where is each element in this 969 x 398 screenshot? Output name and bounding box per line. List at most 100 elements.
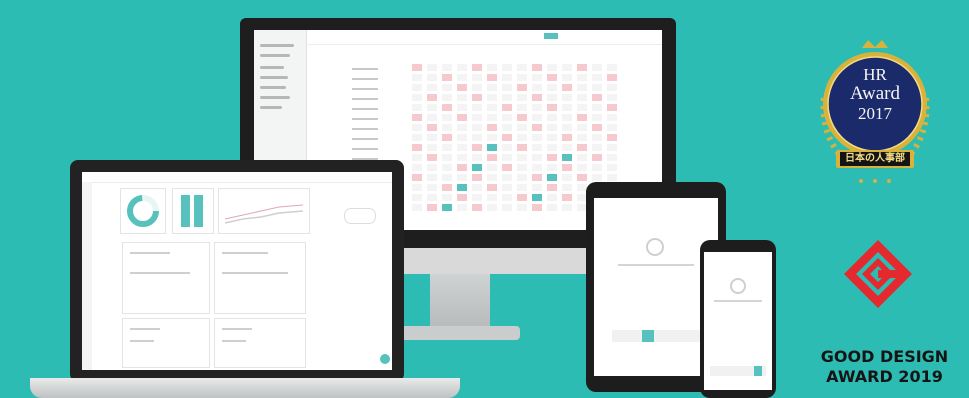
shift-cell[interactable] [427,64,437,71]
shift-cell[interactable] [547,144,557,151]
shift-cell[interactable] [607,124,617,131]
shift-cell[interactable] [457,144,467,151]
shift-cell[interactable] [517,174,527,181]
shift-cell[interactable] [547,134,557,141]
shift-cell[interactable] [442,194,452,201]
shift-cell[interactable] [607,104,617,111]
shift-cell[interactable] [577,94,587,101]
shift-cell[interactable] [577,84,587,91]
shift-cell[interactable] [427,84,437,91]
shift-cell[interactable] [577,74,587,81]
shift-cell[interactable] [412,164,422,171]
shift-cell[interactable] [547,194,557,201]
shift-cell[interactable] [472,134,482,141]
shift-cell[interactable] [562,134,572,141]
shift-cell[interactable] [532,104,542,111]
shift-cell[interactable] [457,114,467,121]
shift-cell[interactable] [442,64,452,71]
shift-cell[interactable] [547,174,557,181]
shift-cell[interactable] [502,164,512,171]
shift-cell[interactable] [562,184,572,191]
shift-cell[interactable] [487,114,497,121]
shift-cell[interactable] [547,94,557,101]
shift-cell[interactable] [592,174,602,181]
shift-cell[interactable] [502,124,512,131]
shift-cell[interactable] [607,114,617,121]
shift-cell[interactable] [562,84,572,91]
shift-cell[interactable] [412,104,422,111]
shift-cell[interactable] [412,124,422,131]
shift-cell[interactable] [517,194,527,201]
shift-cell[interactable] [457,194,467,201]
shift-cell[interactable] [457,154,467,161]
shift-cell[interactable] [592,124,602,131]
shift-cell[interactable] [487,164,497,171]
shift-cell[interactable] [577,64,587,71]
shift-cell[interactable] [607,134,617,141]
shift-cell[interactable] [427,104,437,111]
shift-cell[interactable] [487,154,497,161]
shift-cell[interactable] [442,154,452,161]
shift-cell[interactable] [502,144,512,151]
shift-cell[interactable] [427,204,437,211]
shift-cell[interactable] [502,204,512,211]
shift-cell[interactable] [607,174,617,181]
shift-cell[interactable] [532,64,542,71]
shift-cell[interactable] [577,164,587,171]
shift-cell[interactable] [517,74,527,81]
shift-cell[interactable] [412,84,422,91]
shift-cell[interactable] [517,114,527,121]
shift-cell[interactable] [502,154,512,161]
shift-cell[interactable] [592,114,602,121]
shift-cell[interactable] [577,104,587,111]
shift-cell[interactable] [607,164,617,171]
shift-cell[interactable] [487,84,497,91]
shift-cell[interactable] [562,94,572,101]
shift-cell[interactable] [517,104,527,111]
shift-cell[interactable] [517,64,527,71]
shift-cell[interactable] [547,164,557,171]
shift-cell[interactable] [517,164,527,171]
shift-cell[interactable] [457,134,467,141]
shift-cell[interactable] [547,84,557,91]
shift-cell[interactable] [502,134,512,141]
shift-cell[interactable] [562,64,572,71]
shift-cell[interactable] [532,174,542,181]
shift-cell[interactable] [442,84,452,91]
shift-cell[interactable] [427,174,437,181]
shift-cell[interactable] [472,74,482,81]
shift-cell[interactable] [427,74,437,81]
shift-cell[interactable] [442,104,452,111]
shift-cell[interactable] [532,84,542,91]
shift-cell[interactable] [592,144,602,151]
shift-cell[interactable] [472,194,482,201]
shift-cell[interactable] [562,174,572,181]
shift-cell[interactable] [532,114,542,121]
shift-cell[interactable] [487,94,497,101]
shift-cell[interactable] [412,114,422,121]
shift-cell[interactable] [577,174,587,181]
shift-cell[interactable] [547,124,557,131]
shift-cell[interactable] [577,134,587,141]
shift-cell[interactable] [562,104,572,111]
shift-cell[interactable] [427,134,437,141]
shift-cell[interactable] [592,134,602,141]
shift-cell[interactable] [607,84,617,91]
shift-cell[interactable] [607,144,617,151]
shift-cell[interactable] [457,184,467,191]
shift-cell[interactable] [562,124,572,131]
shift-cell[interactable] [442,124,452,131]
shift-cell[interactable] [412,194,422,201]
shift-cell[interactable] [577,114,587,121]
shift-cell[interactable] [547,104,557,111]
shift-cell[interactable] [427,144,437,151]
shift-cell[interactable] [442,144,452,151]
shift-cell[interactable] [502,184,512,191]
shift-cell[interactable] [532,124,542,131]
shift-cell[interactable] [577,124,587,131]
shift-cell[interactable] [502,84,512,91]
shift-cell[interactable] [517,184,527,191]
shift-cell[interactable] [607,154,617,161]
shift-cell[interactable] [472,84,482,91]
shift-cell[interactable] [457,104,467,111]
